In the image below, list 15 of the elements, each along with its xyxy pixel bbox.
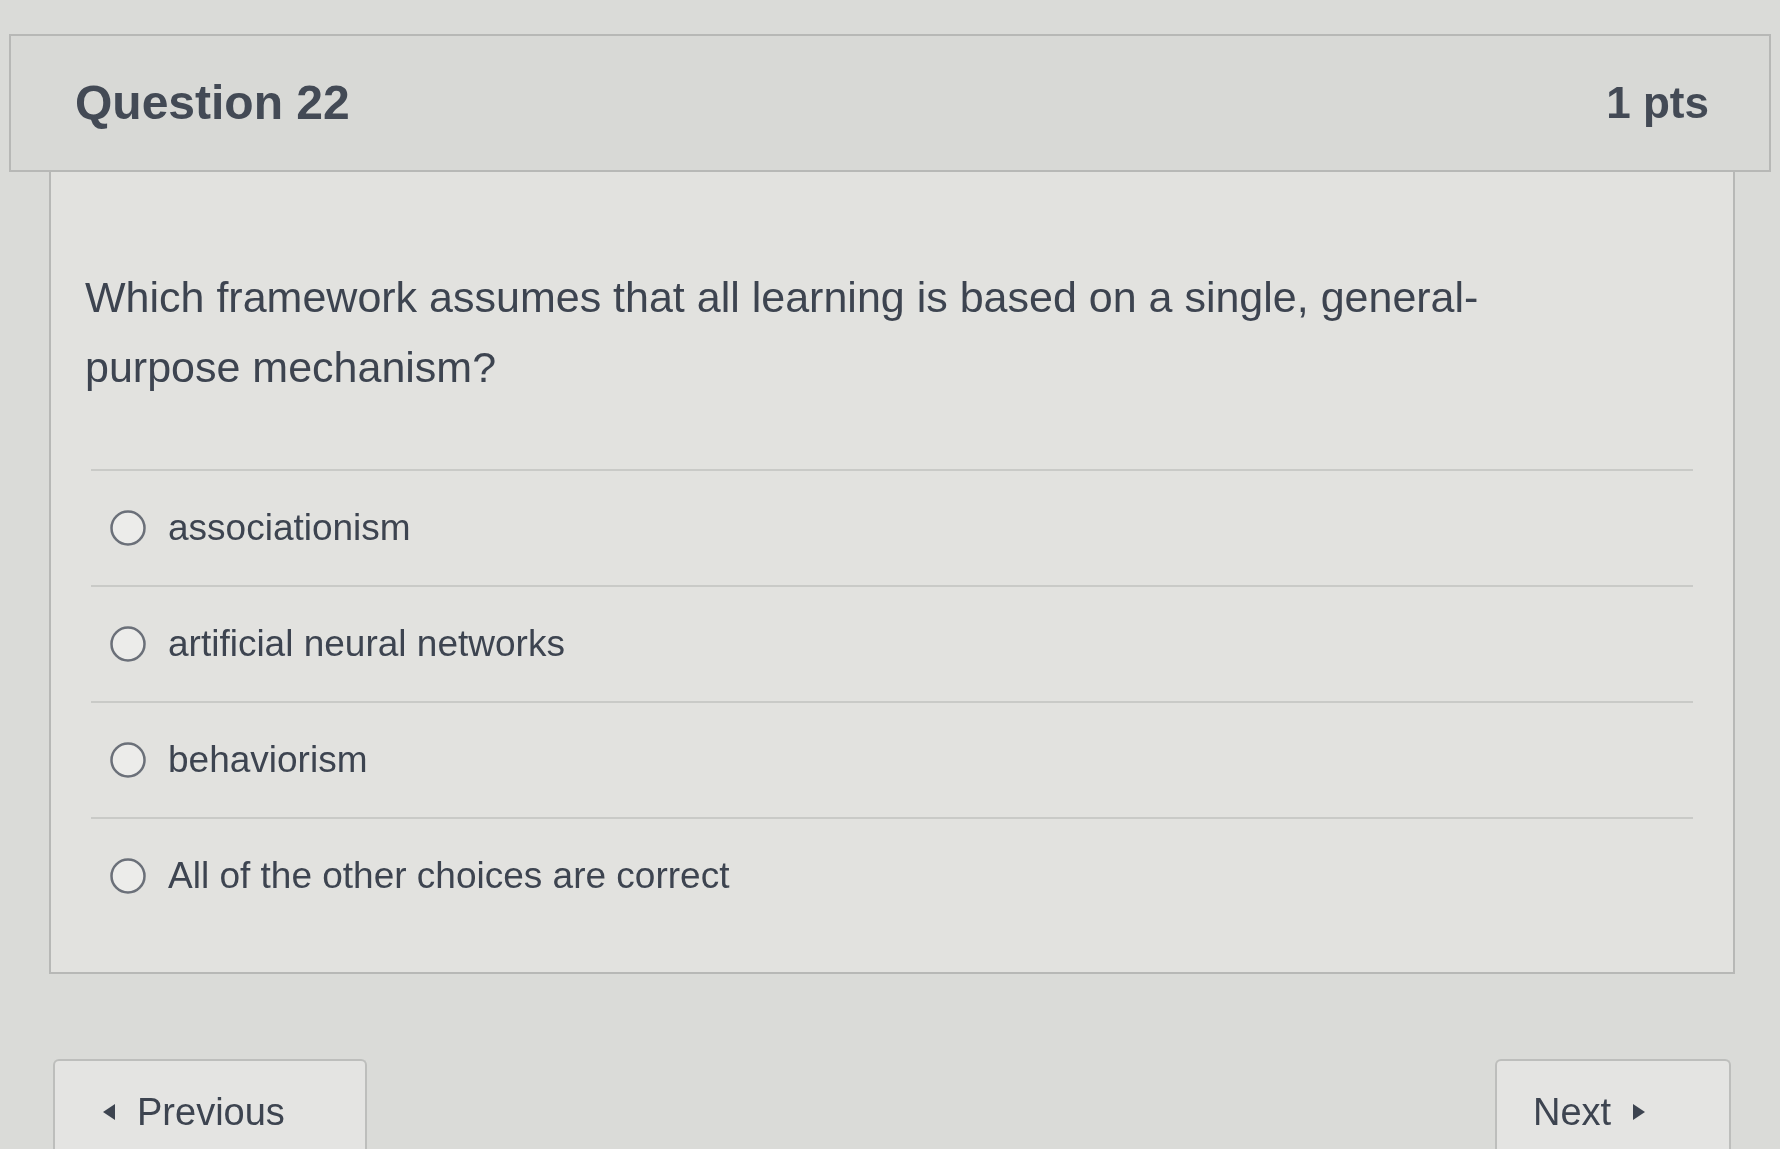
question-title: Question 22 [75, 75, 350, 131]
radio-button[interactable] [110, 742, 146, 778]
answer-label[interactable]: associationism [168, 500, 411, 556]
answer-label[interactable]: behaviorism [168, 732, 368, 788]
radio-button[interactable] [110, 626, 146, 662]
previous-button[interactable]: Previous [53, 1059, 367, 1149]
caret-left-icon [103, 1104, 115, 1120]
caret-right-icon [1633, 1104, 1646, 1120]
answer-label[interactable]: All of the other choices are correct [168, 848, 730, 904]
question-text: Which framework assumes that all learning is based on a single, general-purpose mechanism? [85, 272, 1480, 393]
radio-button[interactable] [110, 858, 146, 894]
radio-button[interactable] [110, 510, 146, 546]
points-label: 1 pts [1606, 77, 1709, 129]
answer-label[interactable]: artificial neural networks [168, 616, 565, 672]
next-button[interactable]: Next [1495, 1059, 1731, 1149]
